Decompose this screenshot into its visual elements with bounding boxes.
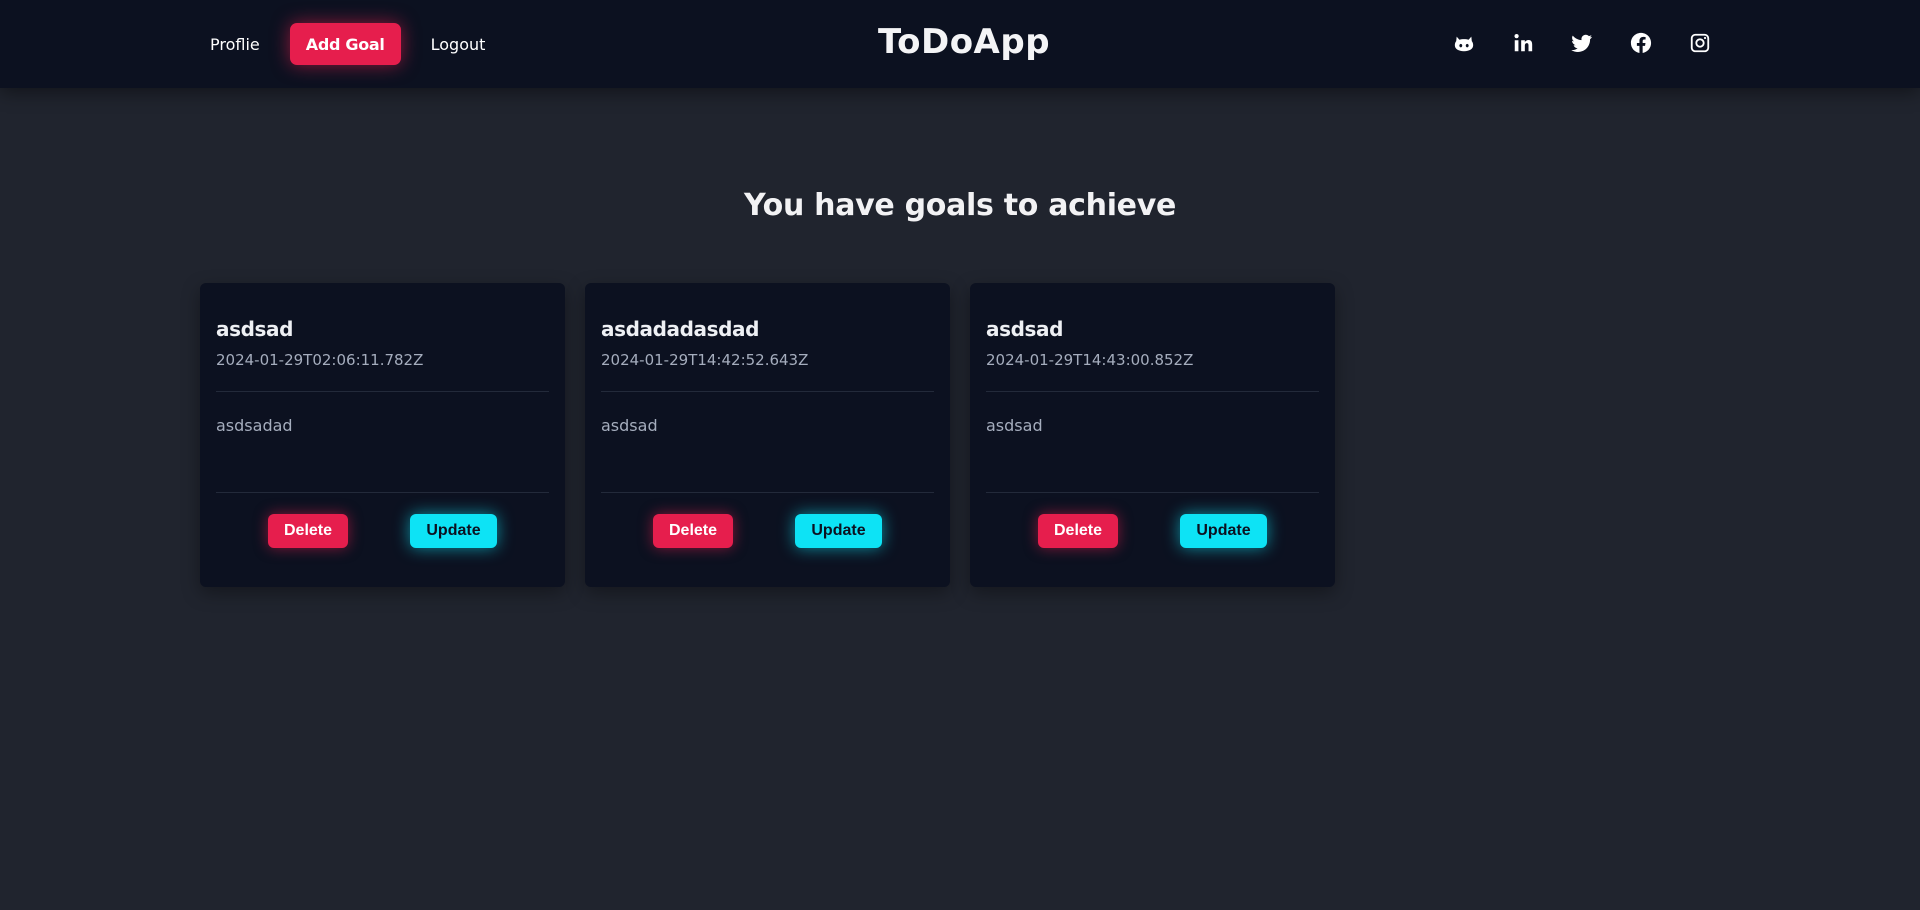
- goal-description: asdsad: [986, 416, 1043, 435]
- facebook-icon[interactable]: [1629, 31, 1653, 55]
- card-divider: [986, 391, 1319, 392]
- social-links: [1452, 31, 1747, 55]
- card-actions: Delete Update: [601, 514, 934, 548]
- update-button[interactable]: Update: [1180, 514, 1267, 548]
- goal-date: 2024-01-29T14:42:52.643Z: [601, 351, 809, 369]
- update-button[interactable]: Update: [410, 514, 497, 548]
- goal-card: asdsad 2024-01-29T02:06:11.782Z asdsadad…: [200, 283, 565, 587]
- update-button[interactable]: Update: [795, 514, 882, 548]
- twitter-icon[interactable]: [1570, 31, 1594, 55]
- card-actions: Delete Update: [216, 514, 549, 548]
- navbar: Proflie Add Goal Logout ToDoApp: [0, 0, 1920, 88]
- goal-date: 2024-01-29T14:43:00.852Z: [986, 351, 1194, 369]
- linkedin-icon[interactable]: [1511, 31, 1535, 55]
- card-divider: [601, 391, 934, 392]
- card-divider: [986, 492, 1319, 493]
- goal-title: asdadadasdad: [601, 317, 760, 341]
- card-actions: Delete Update: [986, 514, 1319, 548]
- github-icon[interactable]: [1452, 31, 1476, 55]
- goal-title: asdsad: [216, 317, 294, 341]
- goal-date: 2024-01-29T02:06:11.782Z: [216, 351, 424, 369]
- goal-title: asdsad: [986, 317, 1064, 341]
- goal-description: asdsadad: [216, 416, 293, 435]
- goal-description: asdsad: [601, 416, 658, 435]
- page-heading: You have goals to achieve: [743, 188, 1177, 223]
- goal-card: asdsad 2024-01-29T14:43:00.852Z asdsad D…: [970, 283, 1335, 587]
- goal-card-list: asdsad 2024-01-29T02:06:11.782Z asdsadad…: [200, 283, 1355, 587]
- card-divider: [216, 391, 549, 392]
- card-divider: [216, 492, 549, 493]
- instagram-icon[interactable]: [1688, 31, 1712, 55]
- goal-card: asdadadasdad 2024-01-29T14:42:52.643Z as…: [585, 283, 950, 587]
- card-divider: [601, 492, 934, 493]
- delete-button[interactable]: Delete: [1038, 514, 1118, 548]
- delete-button[interactable]: Delete: [653, 514, 733, 548]
- delete-button[interactable]: Delete: [268, 514, 348, 548]
